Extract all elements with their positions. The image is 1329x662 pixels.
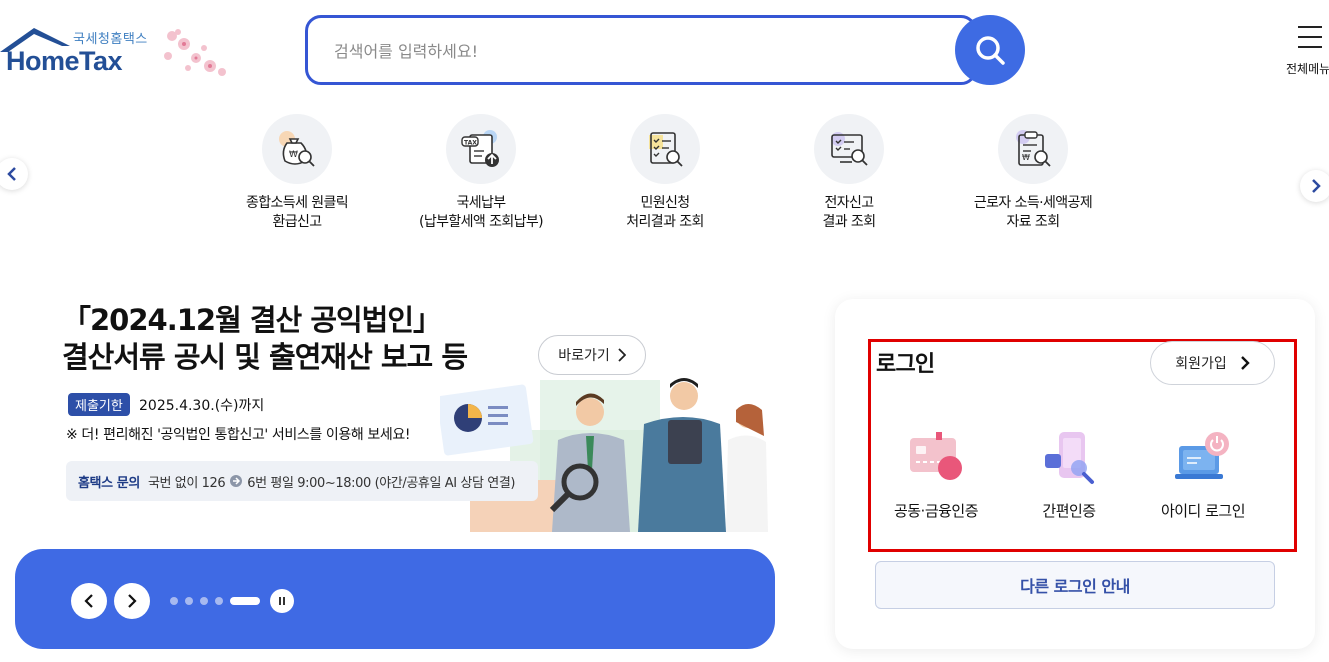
search-button[interactable]: [955, 15, 1025, 85]
banner-go-label: 바로가기: [558, 348, 610, 364]
slide-next-button[interactable]: [114, 583, 150, 619]
chevron-right-icon: [128, 594, 137, 608]
quick-menu-label: 민원신청 처리결과 조회: [626, 195, 704, 230]
contact-label: 홈택스 문의: [78, 475, 140, 491]
search-input[interactable]: [334, 38, 894, 64]
monitor-search-icon: [814, 114, 884, 184]
pause-icon: [279, 597, 285, 605]
simple-auth-login-button[interactable]: 간편인증: [1004, 428, 1134, 521]
phone-search-icon: [1037, 428, 1101, 488]
quick-menu-item-e-filing-result[interactable]: 전자신고 결과 조회: [757, 114, 941, 232]
all-menu-label: 전체메뉴: [1286, 62, 1329, 76]
laptop-power-icon: [1171, 428, 1235, 488]
arrow-right-circle-icon: [230, 475, 243, 487]
other-login-guide-button[interactable]: 다른 로그인 안내: [875, 561, 1275, 609]
slide-pause-button[interactable]: [270, 589, 294, 613]
logo-subtitle: 국세청홈택스: [73, 32, 148, 47]
banner-illustration: [440, 378, 768, 532]
slide-indicator-dot-active[interactable]: [230, 597, 260, 605]
all-menu-button[interactable]: 전체메뉴: [1286, 26, 1329, 76]
hometax-page: 국세청홈택스 HomeTax 전체메뉴: [0, 0, 1329, 662]
quick-menu-label: 국세납부 (납부할세액 조회납부): [418, 195, 544, 230]
quick-menu-label: 전자신고 결과 조회: [822, 195, 877, 230]
cherry-blossom-icon: [164, 29, 226, 76]
logo-title: HomeTax: [6, 46, 123, 76]
login-title: 로그인: [876, 352, 935, 377]
quick-menu-item-worker-deduction[interactable]: ₩ 근로자 소득·세액공제 자료 조회: [941, 114, 1125, 232]
deadline-text: 2025.4.30.(수)까지: [139, 398, 265, 414]
quick-menu-label: 근로자 소득·세액공제 자료 조회: [973, 195, 1093, 230]
slide-prev-button[interactable]: [71, 583, 107, 619]
svg-text:₩: ₩: [289, 150, 298, 160]
chevron-right-icon: [618, 348, 626, 362]
svg-text:TAX: TAX: [464, 140, 477, 147]
svg-text:₩: ₩: [1022, 153, 1030, 162]
hometax-logo[interactable]: 국세청홈택스 HomeTax: [0, 22, 240, 82]
certificate-card-icon: [904, 428, 968, 488]
contact-number: 국번 없이 126: [147, 475, 226, 491]
chevron-right-icon: [1240, 356, 1250, 370]
chevron-right-icon: [1312, 179, 1321, 193]
tax-document-upload-icon: TAX: [446, 114, 516, 184]
quick-menu-label: 종합소득세 원클릭 환급신고: [245, 195, 349, 230]
id-login-button[interactable]: 아이디 로그인: [1138, 428, 1268, 521]
signup-button[interactable]: 회원가입: [1150, 341, 1275, 385]
quick-menu-next-button[interactable]: [1300, 170, 1329, 202]
chevron-left-icon: [84, 594, 93, 608]
login-option-label: 아이디 로그인: [1160, 502, 1246, 520]
slide-indicator-dot[interactable]: [215, 597, 223, 605]
banner-go-button[interactable]: 바로가기: [538, 335, 646, 375]
hamburger-icon: [1298, 26, 1322, 56]
certificate-login-button[interactable]: 공동·금융인증: [871, 428, 1001, 521]
banner-title: 「2024.12월 결산 공익법인」 결산서류 공시 및 출연재산 보고 등: [62, 303, 468, 374]
document-search-icon: [630, 114, 700, 184]
quick-menu-prev-button[interactable]: [0, 158, 28, 190]
login-option-label: 공동·금융인증: [893, 502, 979, 520]
quick-menu-item-income-tax-refund[interactable]: ₩ 종합소득세 원클릭 환급신고: [205, 114, 389, 232]
quick-menu-item-tax-payment[interactable]: TAX 국세납부 (납부할세액 조회납부): [389, 114, 573, 232]
login-option-label: 간편인증: [1042, 502, 1096, 520]
slide-indicator-dot[interactable]: [200, 597, 208, 605]
contact-info: 홈택스 문의 국번 없이 126 6번 평일 9:00~18:00 (야간/공휴…: [66, 461, 538, 501]
slide-indicator-dot[interactable]: [185, 597, 193, 605]
money-bag-search-icon: ₩: [262, 114, 332, 184]
banner-note: ※ 더! 편리해진 '공익법인 통합신고' 서비스를 이용해 보세요!: [66, 427, 411, 443]
search-box: [305, 15, 977, 85]
quick-menu-item-civil-petition[interactable]: 민원신청 처리결과 조회: [573, 114, 757, 232]
deadline-badge: 제출기한: [68, 393, 130, 416]
chevron-left-icon: [7, 167, 16, 181]
slide-indicator-dot[interactable]: [170, 597, 178, 605]
clipboard-search-icon: ₩: [998, 114, 1068, 184]
contact-hours: 6번 평일 9:00~18:00 (야간/공휴일 AI 상담 연결): [247, 475, 516, 491]
signup-label: 회원가입: [1175, 356, 1227, 372]
search-icon: [976, 36, 1005, 65]
